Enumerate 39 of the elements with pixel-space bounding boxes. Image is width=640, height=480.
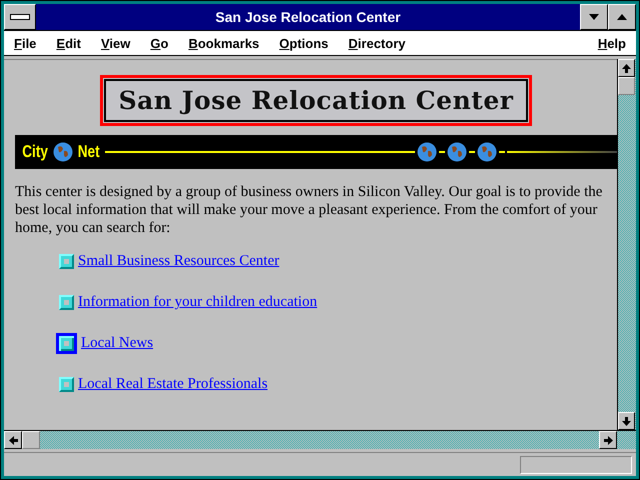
up-arrow-icon [622,64,631,72]
minimize-button[interactable] [580,4,608,30]
scroll-thumb[interactable] [22,431,40,449]
horizontal-scrollbar[interactable] [4,431,617,449]
globe-icon [477,142,497,162]
citynet-label: Net [78,142,100,162]
system-menu-button[interactable] [4,4,36,30]
maximize-button[interactable] [608,4,636,30]
scroll-right-button[interactable] [599,431,617,449]
menu-item[interactable]: View [98,36,132,50]
menu-item[interactable]: Help [596,36,628,50]
menu-item[interactable]: Go [148,36,170,50]
scrollbar-corner [617,431,636,449]
right-arrow-icon [604,436,612,444]
globe-icon [417,142,437,162]
scroll-down-button[interactable] [618,412,635,430]
menu-item[interactable]: Bookmarks [186,36,262,50]
intro-paragraph: This center is designed by a group of business owners in Silicon Valley. Our goal is to provide the best local information that will make your move a pleasant experience. From the comfort of your home, you can search for: [15,183,604,237]
globe-icon [53,142,74,162]
link[interactable]: Small Business Resources Center [78,253,280,270]
menu-item[interactable]: Options [277,36,330,50]
scroll-up-button[interactable] [618,59,635,77]
link[interactable]: Local Real Estate Professionals [78,376,268,393]
menu-item[interactable]: Edit [54,36,83,50]
citynet-label: City [22,142,48,162]
scroll-thumb[interactable] [618,77,635,95]
globe-icon [447,142,467,162]
left-arrow-icon [8,436,18,444]
window-title: San Jose Relocation Center [214,8,402,27]
link[interactable]: Local News [81,335,154,352]
banner-title: San Jose Relocation Center [100,75,532,126]
down-triangle-icon [589,14,599,20]
vertical-scrollbar[interactable] [617,59,636,430]
scroll-left-button[interactable] [4,431,22,449]
menu-item[interactable]: File [12,36,38,50]
down-arrow-icon [622,416,631,426]
link[interactable]: Information for your children education [78,294,318,311]
menu-item[interactable]: Directory [346,36,408,50]
up-triangle-icon [617,14,627,20]
